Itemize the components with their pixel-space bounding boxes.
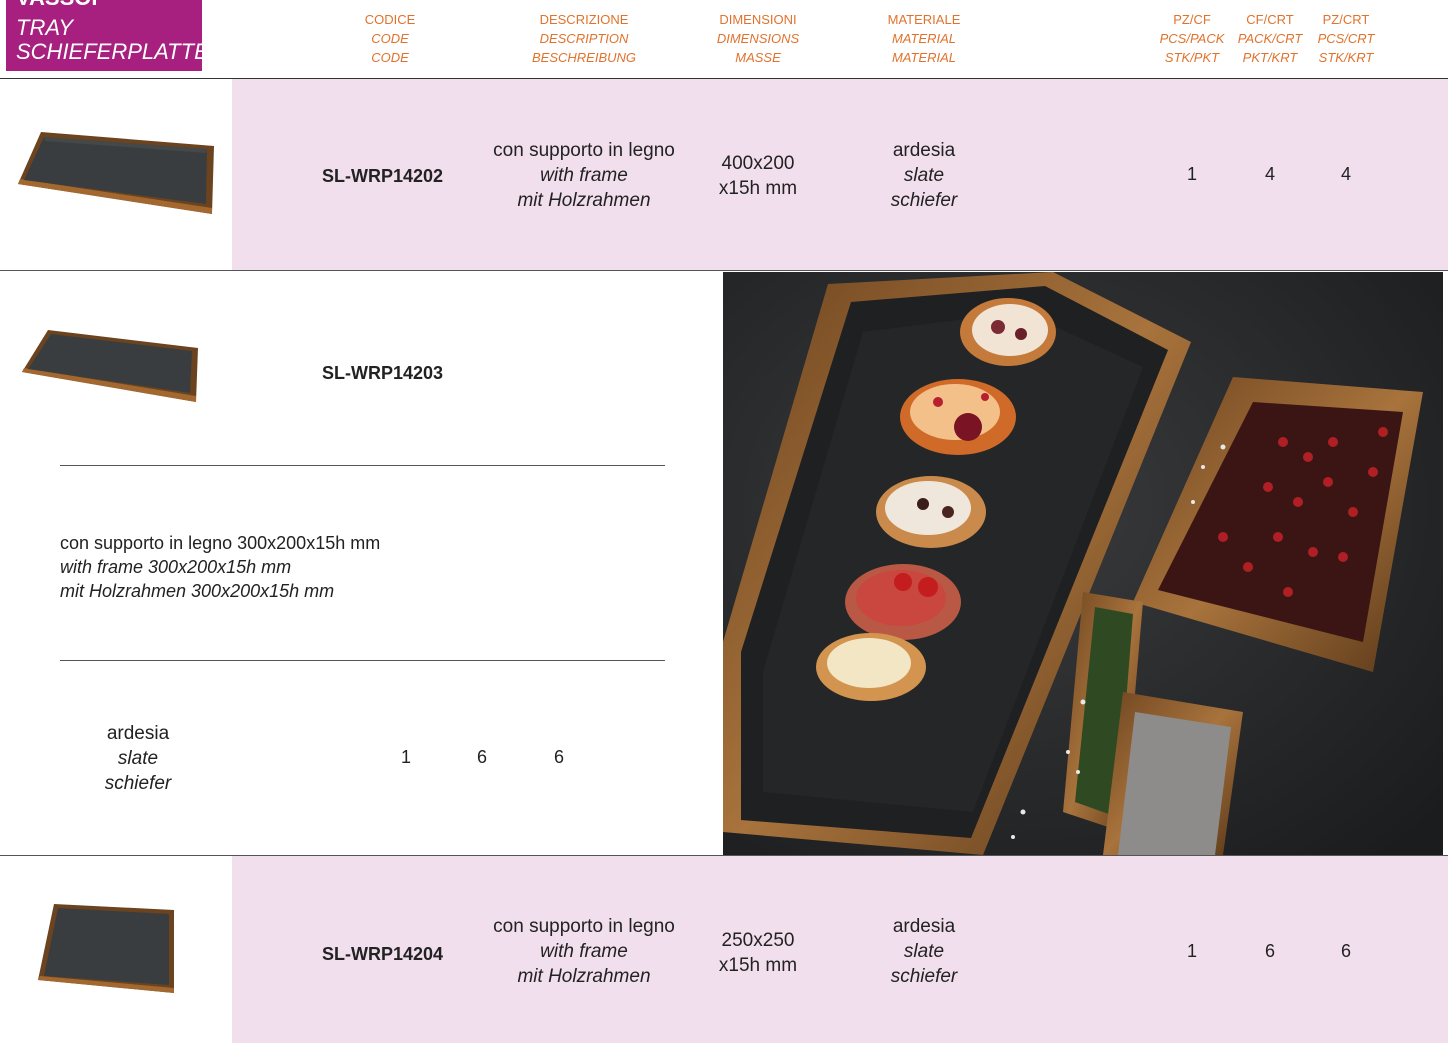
header-text: DIMENSIONS [716, 31, 800, 46]
desc-de: mit Holzrahmen [517, 190, 651, 211]
product-material: ardesia slate schiefer [864, 138, 984, 213]
header-text: PZ/CRT [1322, 12, 1370, 27]
header-text: MASSE [735, 50, 781, 65]
product-image-tray-250x250 [36, 900, 178, 995]
product-code: SL-WRP14204 [322, 944, 444, 964]
header-text: PKT/KRT [1242, 50, 1298, 65]
category-title-en: TRAY [16, 15, 74, 40]
header-text: MATERIALE [887, 12, 961, 27]
mat-en: slate [903, 941, 945, 962]
section-divider [60, 660, 665, 661]
mat-it: ardesia [106, 723, 170, 744]
mat-en: slate [903, 165, 945, 186]
row-divider [0, 270, 1448, 271]
product-material: ardesia slate schiefer [864, 914, 984, 989]
desc-it: con supporto in legno [493, 140, 675, 161]
qty-pzcf: 1 [1186, 941, 1197, 961]
category-label: VASSOI TRAY SCHIEFERPLATTEN [6, 0, 225, 71]
qty-cfcrt: 6 [476, 747, 487, 767]
section-divider [60, 465, 665, 466]
mat-en: slate [117, 748, 159, 769]
category-title-it: VASSOI [16, 0, 98, 9]
header-text: STK/KRT [1318, 50, 1374, 65]
header-codice: CODICE CODE CODE [350, 10, 430, 67]
header-text: DESCRIPTION [539, 31, 629, 46]
qty-pzcf: 1 [400, 747, 411, 767]
qty-pzcrt: 6 [553, 747, 564, 767]
desc-de: mit Holzrahmen 300x200x15h mm [60, 581, 335, 601]
qty-pzcf: 1 [1186, 164, 1197, 184]
product-code: SL-WRP14202 [322, 166, 444, 186]
header-text: CODE [371, 50, 409, 65]
desc-en: with frame 300x200x15h mm [60, 557, 292, 577]
header-text: DESCRIZIONE [539, 12, 629, 27]
header-text: DIMENSIONI [719, 12, 797, 27]
desc-en: with frame [540, 941, 628, 962]
qty-pzcrt: 4 [1340, 164, 1351, 184]
product-description: con supporto in legno with frame mit Hol… [470, 138, 698, 213]
header-text: STK/PKT [1164, 50, 1220, 65]
dim-line: x15h mm [718, 178, 798, 199]
mat-de: schiefer [104, 773, 172, 794]
header-materiale: MATERIALE MATERIAL MATERIAL [874, 10, 974, 67]
header-text: PZ/CF [1173, 12, 1211, 27]
header-text: MATERIAL [891, 50, 957, 65]
mat-it: ardesia [892, 140, 956, 161]
product-description: con supporto in legno 300x200x15h mm wit… [60, 531, 380, 603]
header-text: BESCHREIBUNG [531, 50, 637, 65]
dim-line: x15h mm [718, 955, 798, 976]
header-dimensioni: DIMENSIONI DIMENSIONS MASSE [708, 10, 808, 67]
product-dimensions: 250x250 x15h mm [698, 928, 818, 978]
dim-line: 400x200 [721, 153, 795, 174]
header-text: PCS/CRT [1317, 31, 1375, 46]
food-photo [723, 272, 1443, 855]
qty-cfcrt: 4 [1264, 164, 1275, 184]
mat-de: schiefer [890, 966, 958, 987]
header-cfcrt: CF/CRT PACK/CRT PKT/KRT [1231, 10, 1309, 67]
desc-it: con supporto in legno 300x200x15h mm [60, 533, 381, 553]
product-description: con supporto in legno with frame mit Hol… [470, 914, 698, 989]
qty-pzcrt: 6 [1340, 941, 1351, 961]
header-text: CODE [371, 31, 409, 46]
dim-line: 250x250 [721, 930, 795, 951]
qty-cfcrt: 6 [1264, 941, 1275, 961]
mat-de: schiefer [890, 190, 958, 211]
desc-de: mit Holzrahmen [517, 966, 651, 987]
header-text: MATERIAL [891, 31, 957, 46]
header-text: PACK/CRT [1237, 31, 1303, 46]
desc-en: with frame [540, 165, 628, 186]
header-text: CODICE [364, 12, 416, 27]
header-pzcrt: PZ/CRT PCS/CRT STK/KRT [1307, 10, 1385, 67]
header-text: CF/CRT [1246, 12, 1294, 27]
product-image-tray-300x200 [20, 326, 200, 406]
mat-it: ardesia [892, 916, 956, 937]
product-image-tray-400x200 [14, 128, 219, 218]
desc-it: con supporto in legno [493, 916, 675, 937]
product-material: ardesia slate schiefer [78, 721, 198, 796]
category-title-de: SCHIEFERPLATTEN [16, 39, 225, 64]
product-dimensions: 400x200 x15h mm [698, 151, 818, 201]
header-pzcf: PZ/CF PCS/PACK STK/PKT [1153, 10, 1231, 67]
header-descrizione: DESCRIZIONE DESCRIPTION BESCHREIBUNG [514, 10, 654, 67]
header-text: PCS/PACK [1159, 31, 1225, 46]
product-code: SL-WRP14203 [322, 363, 444, 383]
